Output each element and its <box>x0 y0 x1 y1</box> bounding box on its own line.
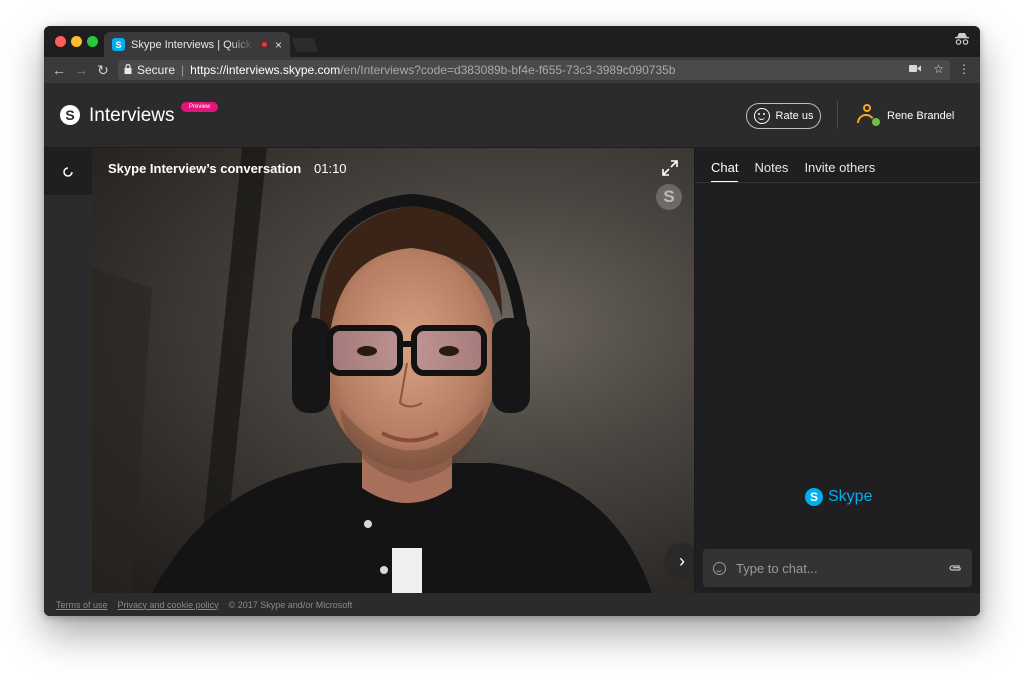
app-title: Interviews <box>89 105 175 126</box>
tab-invite-others[interactable]: Invite others <box>804 160 875 183</box>
secure-label: Secure <box>137 63 176 77</box>
side-panel: Chat Notes Invite others S Skype <box>694 148 980 593</box>
minimize-window-button[interactable] <box>71 36 82 47</box>
rate-us-label: Rate us <box>775 110 814 122</box>
tab-chat[interactable]: Chat <box>711 160 739 183</box>
skype-favicon-icon: S <box>112 38 125 51</box>
menu-icon[interactable]: ⋮ <box>958 62 970 76</box>
copyright-text: © 2017 Skype and/or Microsoft <box>228 599 353 610</box>
browser-tab[interactable]: S Skype Interviews | Quick and × <box>104 32 290 57</box>
fullscreen-expand-icon[interactable] <box>662 160 678 180</box>
browser-window: S Skype Interviews | Quick and × ← → ↻ S… <box>44 26 980 616</box>
video-frame-illustration <box>92 148 652 593</box>
elapsed-time: 01:10 <box>314 161 347 176</box>
tabs-divider <box>695 182 980 183</box>
chat-input[interactable] <box>736 560 938 576</box>
user-name[interactable]: Rene Brandel <box>887 110 954 122</box>
privacy-policy-link[interactable]: Privacy and cookie policy <box>118 600 219 610</box>
emoji-icon[interactable] <box>713 561 726 575</box>
conversation-title: Skype Interview’s conversation <box>108 161 302 176</box>
reload-icon[interactable]: ↻ <box>92 62 114 79</box>
app-header: S Interviews Preview Rate us Rene Brande… <box>44 83 980 148</box>
address-bar[interactable]: Secure | https://interviews.skype.com /e… <box>118 60 950 80</box>
chevron-right-icon[interactable]: › <box>664 543 694 579</box>
skype-watermark-icon: S <box>656 184 682 210</box>
left-rail <box>44 148 92 593</box>
incognito-icon <box>954 33 970 48</box>
loading-spinner-icon[interactable] <box>44 148 92 195</box>
browser-toolbar: ← → ↻ Secure | https://interviews.skype.… <box>44 57 980 83</box>
online-status-icon <box>871 117 881 127</box>
tab-close-icon[interactable]: × <box>275 38 282 52</box>
tab-title: Skype Interviews | Quick and <box>131 38 254 51</box>
tab-strip: S Skype Interviews | Quick and × <box>44 26 980 57</box>
back-arrow-icon[interactable]: ← <box>48 62 70 78</box>
video-feed: Skype Interview’s conversation 01:10 S › <box>92 148 694 593</box>
smiley-icon <box>753 108 770 124</box>
preview-badge: Preview <box>181 102 219 112</box>
skype-logo-icon: S <box>60 105 80 125</box>
rate-us-button[interactable]: Rate us <box>746 103 821 129</box>
star-icon[interactable]: ☆ <box>933 62 944 76</box>
camera-icon[interactable] <box>909 62 922 76</box>
footer: Terms of use Privacy and cookie policy ©… <box>44 593 980 616</box>
recording-indicator-icon <box>259 40 269 49</box>
url-path: /en/Interviews?code=d383089b-bf4e-f655-7… <box>340 63 676 77</box>
panel-tabs: Chat Notes Invite others <box>711 160 875 183</box>
terms-of-use-link[interactable]: Terms of use <box>56 600 108 610</box>
brand-name: Skype <box>828 488 873 505</box>
skype-brand: S Skype <box>805 488 872 506</box>
close-window-button[interactable] <box>55 36 66 47</box>
maximize-window-button[interactable] <box>87 36 98 47</box>
header-divider <box>837 101 838 129</box>
new-tab-button[interactable] <box>291 38 319 52</box>
url-separator: | <box>181 63 185 77</box>
user-avatar-icon[interactable] <box>856 104 881 127</box>
chat-input-box <box>703 549 972 587</box>
url-host: https://interviews.skype.com <box>190 63 341 77</box>
skype-logo-icon: S <box>805 488 823 506</box>
tab-notes[interactable]: Notes <box>754 160 788 183</box>
lock-icon <box>124 63 132 77</box>
forward-arrow-icon[interactable]: → <box>70 62 92 78</box>
paperclip-icon[interactable] <box>948 560 962 576</box>
